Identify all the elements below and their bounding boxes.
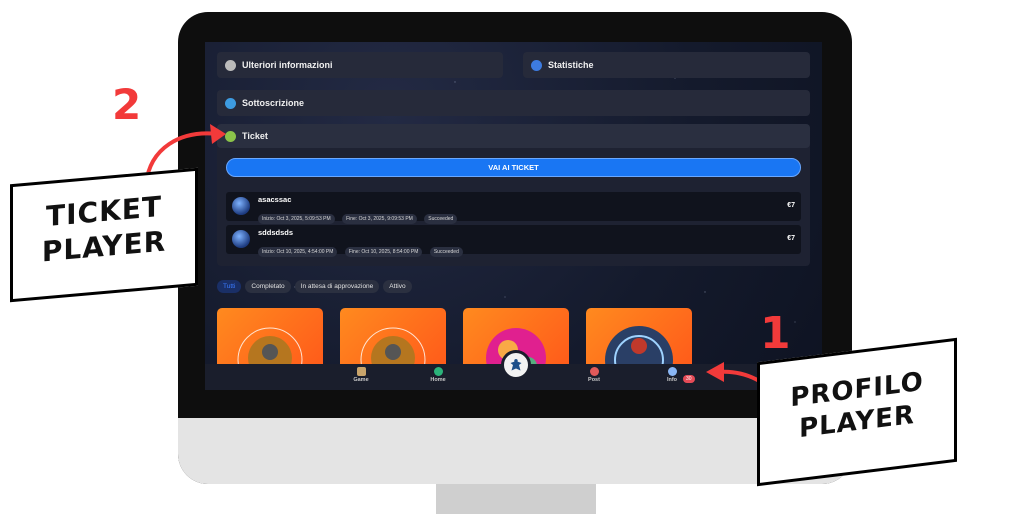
meeple-icon xyxy=(510,359,522,371)
info-icon xyxy=(225,59,236,71)
section-subscription[interactable]: Sottoscrizione xyxy=(217,90,810,116)
section-info[interactable]: Ulteriori informazioni xyxy=(217,52,503,78)
filter-bar: Tutti Completato In attesa di approvazio… xyxy=(217,280,412,293)
ticket-player-banner: TICKET PLAYER xyxy=(10,167,198,303)
ticket-row[interactable]: asacssac Inizio: Oct 3, 2025, 5:09:53 PM… xyxy=(226,192,801,224)
filter-all[interactable]: Tutti xyxy=(217,280,242,293)
section-info-label: Ulteriori informazioni xyxy=(242,60,333,70)
game-icon xyxy=(356,367,366,376)
stats-icon xyxy=(531,59,542,71)
section-subscription-label: Sottoscrizione xyxy=(242,98,305,108)
avatar xyxy=(232,197,250,215)
game-card-image xyxy=(237,327,303,370)
nav-post[interactable]: Post xyxy=(582,367,606,383)
filter-pending[interactable]: In attesa di approvazione xyxy=(294,280,380,293)
user-icon xyxy=(667,367,677,376)
ticket-details: Inizio: Oct 10, 2025, 4:54:00 PM Fine: O… xyxy=(258,240,466,258)
filter-completed[interactable]: Completato xyxy=(245,280,291,293)
annotation-number-1: 1 xyxy=(760,308,791,359)
app-screen: Ulteriori informazioni Statistiche Sotto… xyxy=(205,42,822,390)
profile-player-banner: PROFILO PLAYER xyxy=(757,337,957,487)
nav-info[interactable]: Info xyxy=(660,367,684,383)
section-stats[interactable]: Statistiche xyxy=(523,52,810,78)
game-card[interactable] xyxy=(217,308,323,370)
home-icon xyxy=(433,367,443,376)
notification-badge: 30 xyxy=(683,367,695,385)
ticket-name: asacssac xyxy=(258,195,292,204)
status-badge: Succeeded xyxy=(429,247,463,257)
monitor-stand xyxy=(436,484,596,514)
ticket-name: sddsdsds xyxy=(258,228,294,237)
go-to-tickets-button[interactable]: VAI AI TICKET xyxy=(226,158,801,177)
section-ticket[interactable]: Ticket xyxy=(217,124,810,148)
nav-game[interactable]: Game xyxy=(349,367,373,383)
section-ticket-label: Ticket xyxy=(242,131,268,141)
nav-home[interactable]: Home xyxy=(426,367,450,383)
ticket-price: €7 xyxy=(787,235,795,242)
ticket-start: Inizio: Oct 10, 2025, 4:54:00 PM xyxy=(258,247,338,257)
game-card-image xyxy=(605,326,673,370)
subscription-icon xyxy=(225,97,236,109)
ticket-end: Fine: Oct 10, 2025, 8:54:00 PM xyxy=(344,247,423,257)
status-badge: Succeeded xyxy=(424,214,458,224)
game-card[interactable] xyxy=(586,308,692,370)
ticket-price: €7 xyxy=(787,202,795,209)
game-card[interactable] xyxy=(340,308,446,370)
ticket-start: Inizio: Oct 3, 2025, 5:09:53 PM xyxy=(258,214,335,224)
heart-icon xyxy=(589,367,599,376)
section-stats-label: Statistiche xyxy=(548,60,594,70)
ticket-details: Inizio: Oct 3, 2025, 5:09:53 PM Fine: Oc… xyxy=(258,207,460,225)
filter-active[interactable]: Attivo xyxy=(383,280,412,293)
game-card-image xyxy=(360,327,426,370)
center-action-button[interactable] xyxy=(501,350,531,380)
annotation-number-2: 2 xyxy=(112,80,142,129)
avatar xyxy=(232,230,250,248)
ticket-row[interactable]: sddsdsds Inizio: Oct 10, 2025, 4:54:00 P… xyxy=(226,225,801,257)
monitor-chin xyxy=(178,418,852,484)
ticket-end: Fine: Oct 3, 2025, 9:09:53 PM xyxy=(342,214,417,224)
